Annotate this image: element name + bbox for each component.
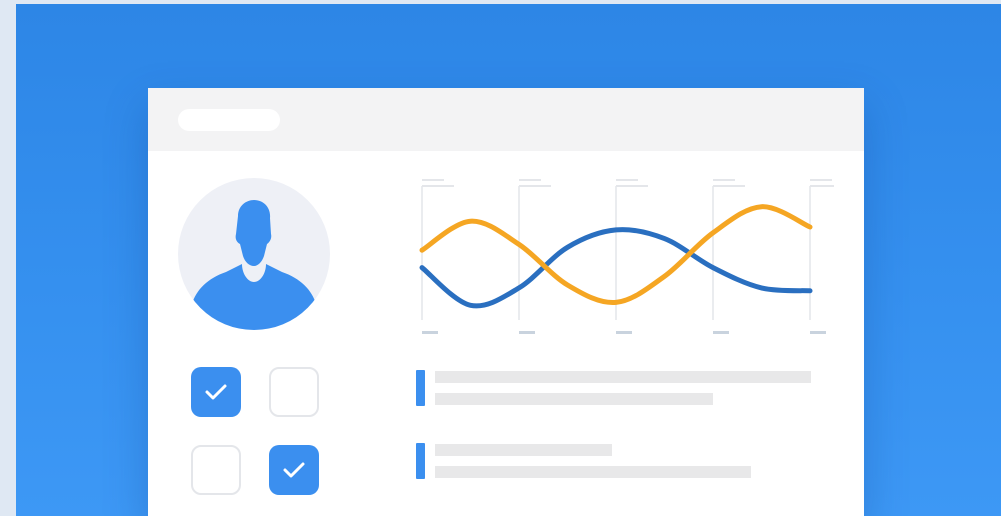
- chart-header-mark: [810, 179, 832, 181]
- list-item-accent: [416, 443, 425, 479]
- chart-x-tick-mark: [519, 331, 535, 334]
- chart-header-mark: [422, 179, 444, 181]
- checkbox-4[interactable]: [269, 445, 319, 495]
- chart-header-mark: [422, 185, 454, 187]
- list-item-text-placeholder: [435, 444, 612, 456]
- chart-x-tick-mark: [713, 331, 729, 334]
- chart-header-mark: [616, 179, 638, 181]
- checkmark-icon: [283, 462, 305, 478]
- chart-x-tick-mark: [422, 331, 438, 334]
- chart-x-tick-mark: [616, 331, 632, 334]
- chart-header-mark: [519, 185, 551, 187]
- line-chart: [419, 179, 834, 334]
- user-silhouette-icon: [190, 200, 318, 330]
- chart-header-mark: [810, 185, 834, 187]
- checkbox-1[interactable]: [191, 367, 241, 417]
- chart-header-mark: [519, 179, 541, 181]
- checkbox-2[interactable]: [269, 367, 319, 417]
- chart-header-mark: [713, 179, 735, 181]
- window-titlebar: [148, 88, 864, 151]
- list-item-accent: [416, 370, 425, 406]
- titlebar-placeholder-pill: [178, 109, 280, 131]
- list-item-text-placeholder: [435, 393, 713, 405]
- avatar[interactable]: [178, 178, 330, 330]
- chart-header-mark: [616, 185, 648, 187]
- checkbox-3[interactable]: [191, 445, 241, 495]
- chart-header-mark: [713, 185, 745, 187]
- checkmark-icon: [205, 384, 227, 400]
- app-window: [148, 88, 864, 516]
- list-item-text-placeholder: [435, 371, 811, 383]
- chart-x-tick-mark: [810, 331, 826, 334]
- list-item-text-placeholder: [435, 466, 751, 478]
